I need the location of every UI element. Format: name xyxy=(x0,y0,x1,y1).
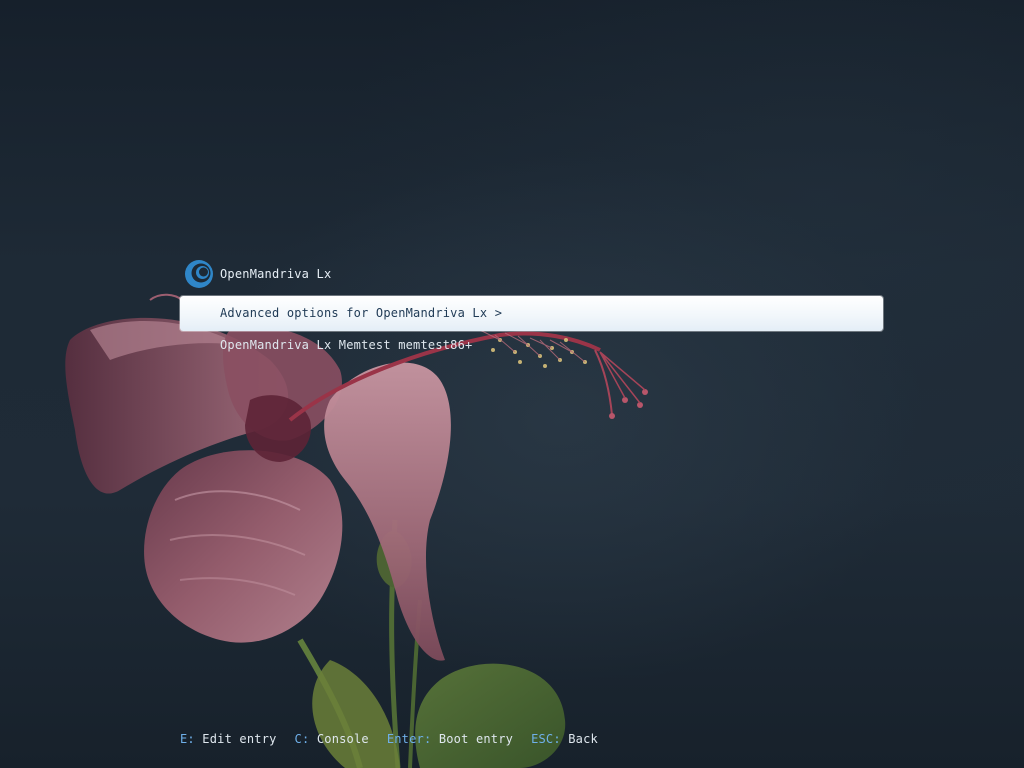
key-hints-bar: E: Edit entry C: Console Enter: Boot ent… xyxy=(180,732,616,746)
hint-action: Edit entry xyxy=(202,732,277,746)
menu-item-advanced-options[interactable]: Advanced options for OpenMandriva Lx > xyxy=(180,296,883,331)
hint-boot-entry[interactable]: Enter: Boot entry xyxy=(387,732,513,746)
hint-action: Console xyxy=(316,732,369,746)
hint-edit-entry[interactable]: E: Edit entry xyxy=(180,732,277,746)
hint-key: E: xyxy=(180,732,195,746)
menu-title: OpenMandriva Lx xyxy=(220,267,332,281)
boot-screen: OpenMandriva Lx Advanced options for Ope… xyxy=(0,0,1024,768)
hint-key: C: xyxy=(294,732,310,746)
hint-back[interactable]: ESC: Back xyxy=(531,732,598,746)
hint-key: Enter: xyxy=(386,732,432,746)
menu-item-memtest[interactable]: OpenMandriva Lx Memtest memtest86+ xyxy=(180,328,883,363)
menu-item-label: OpenMandriva Lx Memtest memtest86+ xyxy=(220,338,473,352)
menu-item-label: Advanced options for OpenMandriva Lx > xyxy=(220,306,503,320)
hibiscus-wallpaper xyxy=(65,293,648,768)
hint-action: Boot entry xyxy=(438,732,514,746)
menu-header: OpenMandriva Lx xyxy=(184,258,584,290)
hint-action: Back xyxy=(568,732,598,746)
openmandriva-logo-icon xyxy=(185,260,213,288)
hint-console[interactable]: C: Console xyxy=(295,732,369,746)
hint-key: ESC: xyxy=(531,732,561,746)
